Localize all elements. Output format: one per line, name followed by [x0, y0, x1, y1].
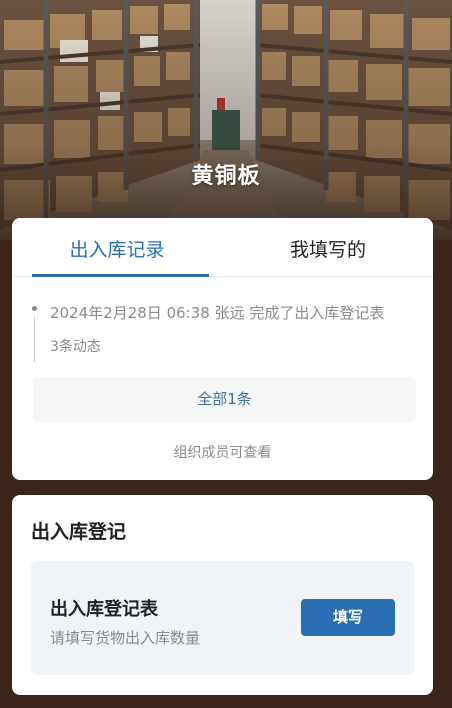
form-entry[interactable]: 出入库登记表 请填写货物出入库数量 填写: [31, 561, 414, 675]
activity-entry: 2024年2月28日 06:38 张远 完成了出入库登记表: [50, 304, 385, 322]
timeline-dot-icon: [32, 306, 37, 311]
timeline-line: [34, 316, 35, 362]
records-card: 出入库记录 我填写的 2024年2月28日 06:38 张远 完成了出入库登记表…: [12, 218, 433, 480]
warehouse-banner-image: [0, 0, 452, 240]
section-title: 出入库登记: [31, 521, 127, 543]
tab-my-submissions[interactable]: 我填写的: [223, 218, 433, 276]
active-tab-indicator: [32, 274, 209, 277]
fill-button[interactable]: 填写: [301, 599, 395, 636]
form-title: 出入库登记表: [50, 599, 158, 620]
tab-inout-records[interactable]: 出入库记录: [12, 218, 222, 276]
page-title: 黄铜板: [191, 164, 261, 189]
registration-card: 出入库登记 出入库登记表 请填写货物出入库数量 填写: [12, 495, 433, 695]
header-banner: 黄铜板: [0, 0, 452, 240]
tab-bar: 出入库记录 我填写的: [12, 218, 433, 277]
visibility-note: 组织成员可查看: [173, 445, 272, 461]
view-all-button[interactable]: 全部1条: [33, 377, 416, 422]
form-subtitle: 请填写货物出入库数量: [50, 629, 201, 647]
activity-count: 3条动态: [50, 339, 101, 355]
